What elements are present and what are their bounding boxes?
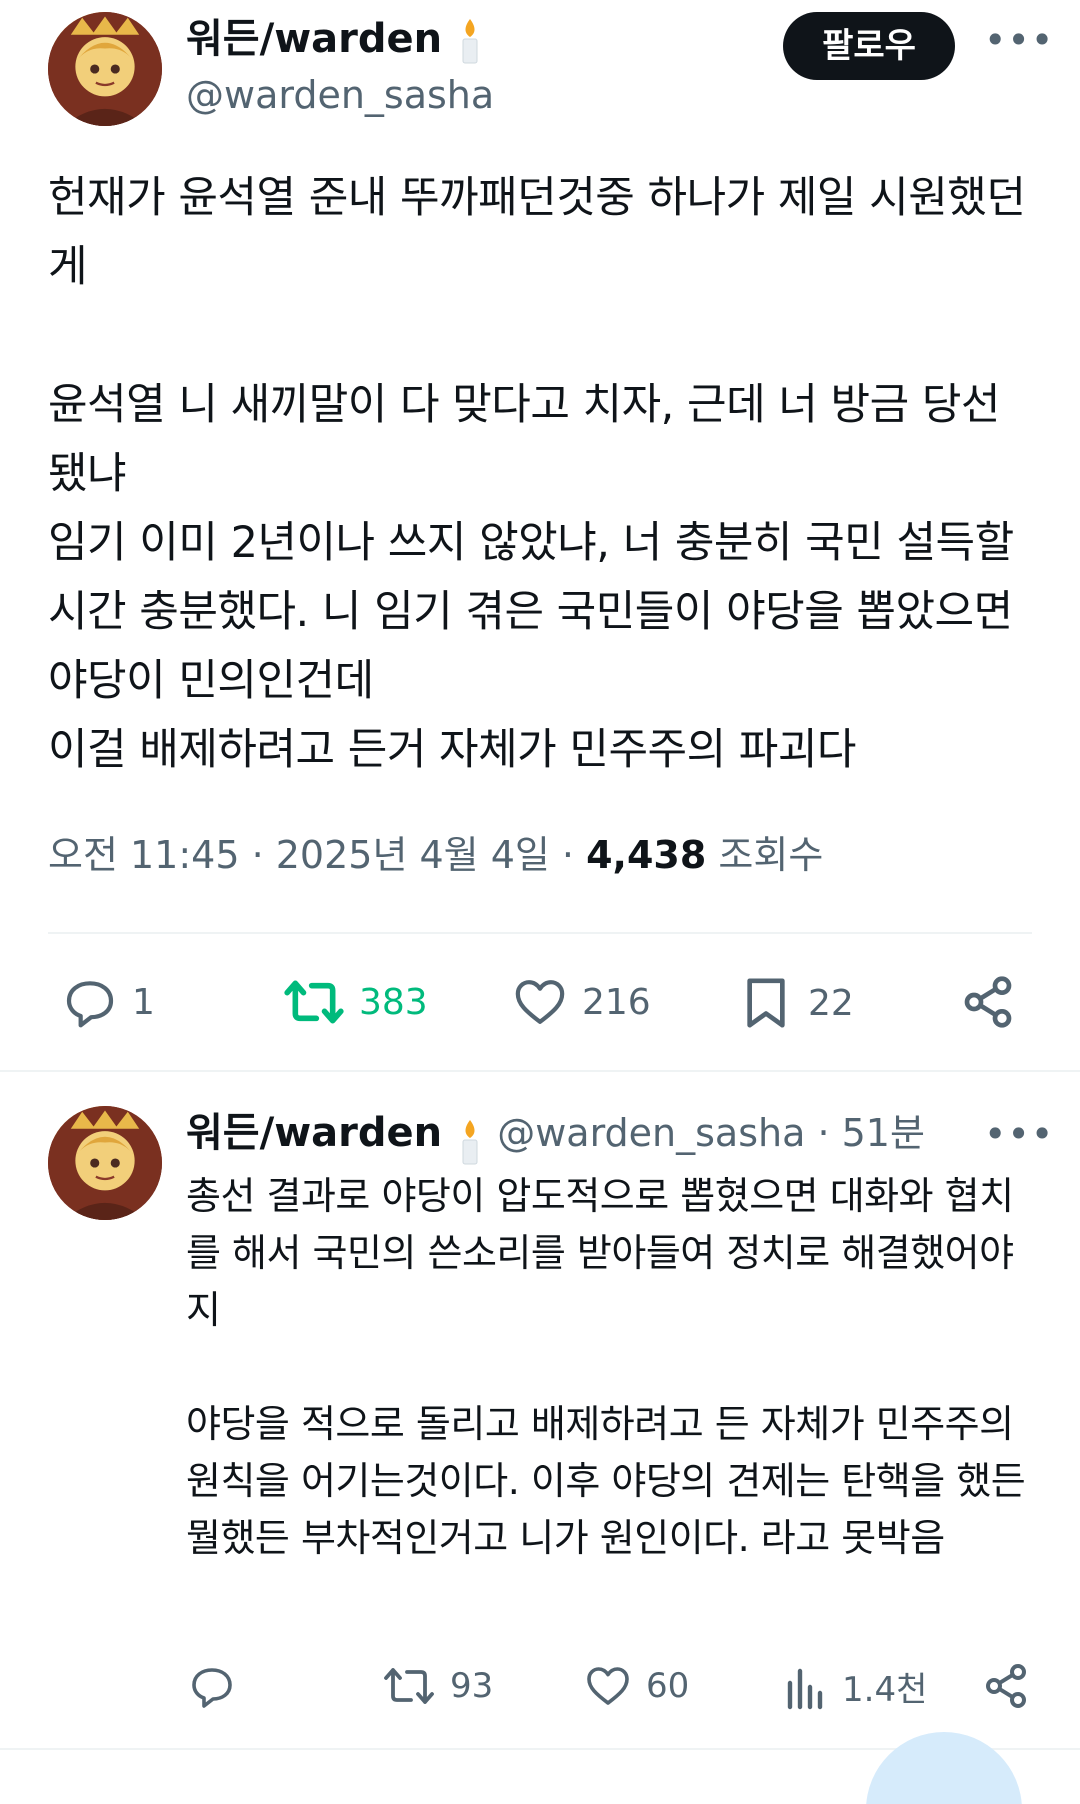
candle-icon xyxy=(462,19,478,64)
candle-icon xyxy=(462,1119,478,1164)
reply-button[interactable]: 1 xyxy=(62,974,155,1030)
retweet-button[interactable]: 383 xyxy=(283,974,428,1030)
tweet-meta: 오전 11:45 · 2025년 4월 4일 · 4,438 조회수 xyxy=(48,830,823,880)
retweet-count: 93 xyxy=(450,1666,494,1706)
author-handle[interactable]: @warden_sasha · 51분 xyxy=(497,1111,925,1155)
author-name-text: 워든/warden xyxy=(186,16,443,62)
compose-button[interactable] xyxy=(866,1732,1022,1804)
like-icon xyxy=(587,1667,629,1705)
author-name[interactable]: 워든/warden xyxy=(186,14,484,65)
reply-header: 워든/warden @warden_sasha · 51분 xyxy=(186,1108,925,1166)
views-button[interactable]: 1.4천 xyxy=(784,1662,927,1711)
reply-count: 1 xyxy=(132,981,155,1023)
share-button[interactable] xyxy=(982,1662,1030,1710)
share-icon xyxy=(964,976,1012,1028)
more-options-icon[interactable]: ••• xyxy=(984,21,1054,59)
divider xyxy=(48,932,1032,934)
more-options-icon[interactable]: ••• xyxy=(984,1115,1054,1153)
avatar[interactable] xyxy=(48,12,162,126)
follow-button[interactable]: 팔로우 xyxy=(783,12,955,80)
tweet-text: 총선 결과로 야당이 압도적으로 뽑혔으면 대화와 협치를 해서 국민의 쓴소리… xyxy=(186,1174,1026,1560)
views-count: 4,438 xyxy=(586,833,707,877)
divider xyxy=(0,1070,1080,1072)
reply-button[interactable] xyxy=(188,1662,236,1710)
like-button[interactable]: 60 xyxy=(584,1662,689,1710)
retweet-count: 383 xyxy=(359,981,428,1023)
reply-icon xyxy=(192,1668,232,1708)
views-count: 1.4천 xyxy=(842,1670,928,1710)
like-count: 216 xyxy=(582,981,651,1023)
like-icon xyxy=(515,980,565,1024)
author-handle[interactable]: @warden_sasha xyxy=(186,72,494,118)
bookmark-button[interactable]: 22 xyxy=(738,974,854,1032)
views-label: 조회수 xyxy=(718,833,824,877)
reply-icon xyxy=(66,981,114,1028)
avatar[interactable] xyxy=(48,1106,162,1220)
author-name[interactable]: 워든/warden xyxy=(186,1110,442,1156)
like-button[interactable]: 216 xyxy=(512,974,651,1030)
share-icon xyxy=(986,1664,1026,1708)
tweet-thread-page: 워든/warden @warden_sasha 팔로우 ••• 헌재가 윤석열 … xyxy=(0,0,1080,1804)
share-button[interactable] xyxy=(960,974,1016,1030)
tweet-text: 헌재가 윤석열 준내 뚜까패던것중 하나가 제일 시원했던게 윤석열 니 새끼말… xyxy=(48,173,1026,775)
timestamp[interactable]: 오전 11:45 · 2025년 4월 4일 · xyxy=(48,833,574,877)
bookmark-icon xyxy=(747,978,785,1028)
like-count: 60 xyxy=(646,1666,690,1706)
retweet-icon xyxy=(384,1668,434,1704)
bookmark-count: 22 xyxy=(808,982,854,1024)
retweet-icon xyxy=(284,980,344,1024)
views-icon xyxy=(787,1668,823,1709)
retweet-button[interactable]: 93 xyxy=(382,1662,493,1710)
